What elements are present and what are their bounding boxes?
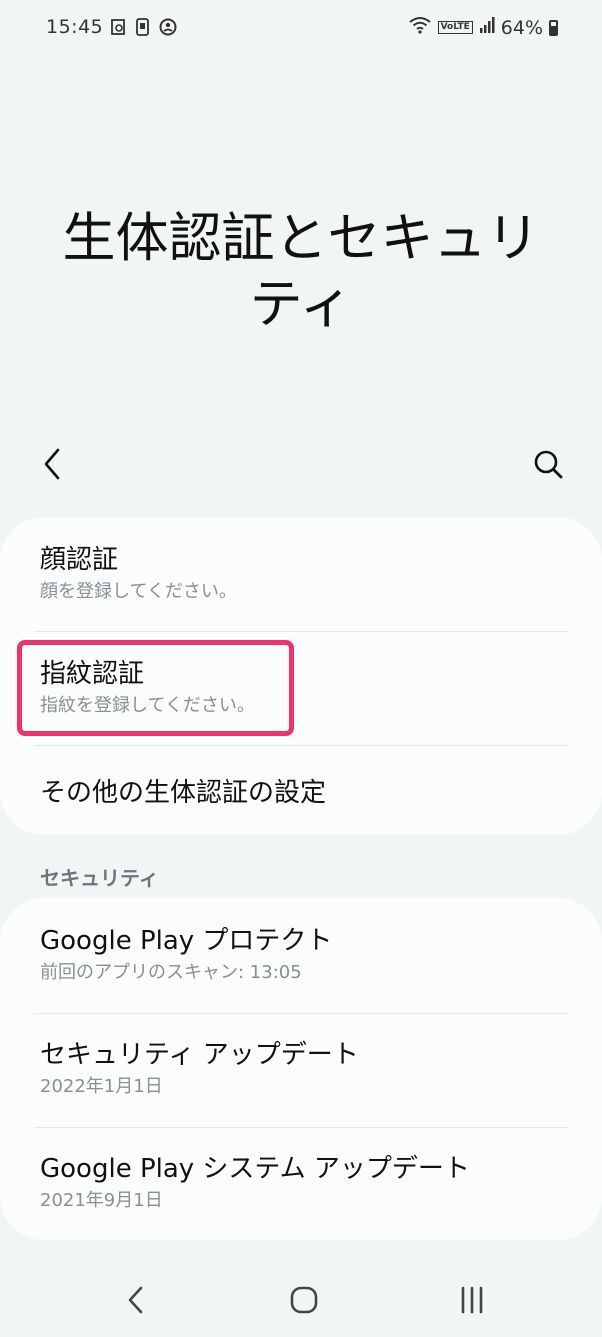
search-icon [534,450,563,479]
battery-icon [549,19,558,36]
play-protect-item[interactable]: Google Play プロテクト 前回のアプリのスキャン: 13:05 [40,924,570,986]
highlight-box [17,640,294,736]
face-recognition-item[interactable]: 顔認証 顔を登録してください。 [40,543,570,605]
divider [34,631,568,632]
screen-record-icon [134,17,152,37]
item-subtitle: 顔を登録してください。 [40,581,237,602]
search-button[interactable] [528,442,568,486]
back-button[interactable] [34,442,74,486]
game-launcher-icon [158,17,177,37]
item-title: 顔認証 [40,545,119,575]
home-nav-icon [290,1286,318,1314]
recents-nav-icon [461,1286,483,1314]
system-update-item[interactable]: Google Play システム アップデート 2021年9月1日 [40,1152,570,1214]
page-title: 生体認証とセキュリティ [62,208,540,335]
other-biometrics-item[interactable]: その他の生体認証の設定 [40,776,570,810]
wifi-icon [408,16,432,39]
status-bar: 15:45 VoLTE 64% [0,0,602,58]
divider [34,1013,568,1014]
divider [34,745,568,746]
security-section-header: セキュリティ [40,866,159,890]
item-title: Google Play システム アップデート [40,1154,470,1184]
signal-icon [479,16,495,39]
nav-home-button[interactable] [284,1280,324,1320]
item-title: Google Play プロテクト [40,926,333,956]
toolbar [0,436,602,492]
volte-badge: VoLTE [437,21,473,34]
battery-percent: 64% [500,16,543,39]
gallery-notification-icon [110,17,128,37]
item-title: セキュリティ アップデート [40,1040,359,1070]
item-subtitle: 2022年1月1日 [40,1076,163,1097]
navigation-bar [0,1262,602,1337]
back-nav-icon [128,1286,143,1314]
item-title: その他の生体認証の設定 [40,778,327,808]
nav-recents-button[interactable] [452,1280,492,1320]
divider [34,1127,568,1128]
item-subtitle: 前回のアプリのスキャン: 13:05 [40,962,302,983]
status-time: 15:45 [46,16,104,38]
nav-back-button[interactable] [116,1280,156,1320]
security-update-item[interactable]: セキュリティ アップデート 2022年1月1日 [40,1038,570,1100]
chevron-left-icon [44,448,60,480]
item-subtitle: 2021年9月1日 [40,1190,163,1211]
